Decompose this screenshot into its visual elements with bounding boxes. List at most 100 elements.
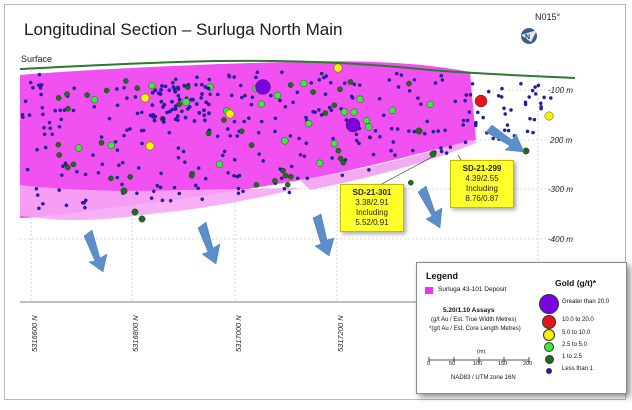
drill-intercept [150,103,155,108]
drill-intercept [25,167,30,172]
drill-intercept [162,102,167,107]
easting-label: 5316600 N [30,315,39,352]
drill-intercept [278,98,282,103]
drill-intercept [350,96,355,100]
drill-intercept [330,156,334,160]
drill-intercept [240,95,244,100]
drill-intercept [182,98,190,106]
gold-class-label: 10.0 to 20.0 [562,317,594,323]
drill-intercept [151,114,156,119]
drill-intercept [536,83,541,88]
drill-intercept [65,164,71,171]
drill-intercept [269,93,273,98]
drill-intercept [273,91,282,100]
drill-intercept [282,172,289,179]
drill-intercept [193,183,198,188]
drill-intercept [172,87,177,92]
drill-intercept [158,185,163,190]
drill-intercept [282,186,287,191]
drill-intercept [250,95,255,100]
deposit-label: Surluga 43-101 Deposit [438,286,507,293]
drill-intercept [23,99,28,103]
drill-intercept [322,110,329,116]
drill-intercept [151,189,156,194]
assay-title: 5.20/1.10 Assays [443,307,495,314]
callout-including: Including [355,208,389,217]
drill-intercept [481,115,486,120]
drill-intercept [148,81,156,90]
depth-label: -100 m [548,86,573,95]
drill-intercept [527,95,532,99]
gold-class-label: 1 to 2.5 [562,354,583,360]
drill-intercept [528,116,532,121]
drill-intercept [131,208,139,216]
drill-intercept [72,86,76,90]
drill-intercept [272,178,278,184]
drill-intercept [295,176,300,181]
drill-intercept [304,115,308,120]
scale-tick: 150 [498,361,508,367]
drill-intercept [237,173,242,178]
easting-label: 5317200 N [336,315,345,352]
drill-intercept [391,140,396,144]
drill-intercept [340,173,345,178]
drill-intercept [304,141,309,145]
drill-intercept [135,191,139,196]
drill-intercept [345,117,361,133]
drill-intercept [39,92,43,97]
drill-intercept [167,130,172,135]
arrow-icon [197,221,221,265]
drill-intercept [203,85,208,90]
drill-intercept [232,75,236,79]
drill-intercept [352,82,357,87]
drill-intercept [254,75,258,80]
drill-intercept [202,113,207,118]
drill-intercept [75,169,79,174]
drill-intercept [412,129,417,134]
gold-class-symbol [544,342,554,352]
drill-intercept [176,85,180,90]
drill-intercept [225,127,230,131]
drill-intercept [31,85,35,90]
drill-intercept [461,118,466,123]
callout-hole: SD-21-301 [352,188,392,197]
drill-intercept [152,118,157,123]
drill-intercept [300,79,308,88]
drill-intercept [257,100,265,108]
surface-label: Surface [21,54,53,64]
drill-intercept [122,85,126,90]
drill-intercept [160,198,165,203]
drill-intercept [519,81,523,86]
drill-intercept [64,203,69,208]
drill-intercept [444,151,449,155]
drill-intercept [60,173,64,177]
drill-intercept [357,141,361,146]
drill-intercept [172,185,177,190]
drill-intercept [173,77,178,81]
drill-intercept [440,78,445,82]
drill-intercept [333,63,343,73]
drill-intercept [225,109,235,119]
drill-intercept [120,182,124,187]
drill-intercept [96,170,101,175]
drill-intercept [185,107,190,111]
drill-intercept [115,103,120,108]
callout-value: 8.76/0.87 [465,194,499,203]
drill-intercept [232,119,237,124]
assay-line: *(g/t Au / Est. Core Length Metres) [429,326,521,332]
gold-class-symbol [539,294,559,314]
legend-box: Legend Surluga 43-101 Deposit 5.20/1.10 … [416,262,627,394]
drill-intercept [202,118,207,123]
drill-intercept [107,141,115,150]
drill-intercept [322,75,326,80]
scale-tick: 200 [523,361,533,367]
drill-intercept [199,82,204,87]
drill-intercept [163,84,168,89]
drill-intercept [20,112,25,117]
drill-intercept [388,106,397,115]
drill-intercept [539,105,543,109]
drill-intercept [34,186,39,191]
drill-intercept [182,83,187,88]
drill-intercept [407,89,412,93]
drill-intercept [532,117,537,122]
